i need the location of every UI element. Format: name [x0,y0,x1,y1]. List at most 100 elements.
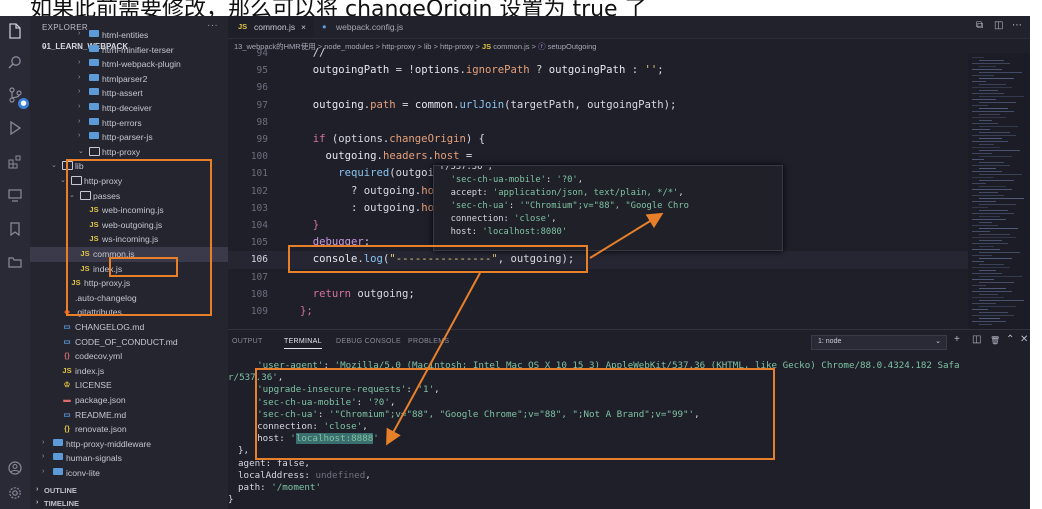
minimap-line [972,195,1004,196]
tab-close-icon[interactable]: × [301,22,306,32]
close-panel-icon[interactable]: ✕ [1020,334,1028,345]
tree-file[interactable]: JS index.js [30,364,228,379]
remote-explorer-icon[interactable] [6,186,24,204]
chevron-right-icon: › [78,44,81,52]
minimap-line [979,156,1012,157]
extensions-icon[interactable] [6,153,24,171]
minimap-line [979,258,1012,259]
minimap-line [979,228,1018,229]
chevron-right-icon: › [36,499,39,506]
tree-folder[interactable]: › http-proxy-middleware [30,437,228,452]
minimap-line [972,147,1000,148]
minimap-line [972,63,1010,64]
debug-output-popup: r/537.36', 'sec-ch-ua-mobile': '?0', acc… [433,165,783,251]
js-file-icon: JS [62,365,72,375]
tree-folder[interactable]: › http-deceiver [30,101,228,116]
minimap-line [972,57,984,58]
minimap-line [972,159,984,160]
minimap-line [979,300,1024,301]
split-editor-icon[interactable]: ◫ [994,20,1003,31]
terminal-select[interactable]: 1: node ⌄ [811,335,947,350]
minimap[interactable] [968,53,1030,329]
tree-folder[interactable]: › html-entities [30,28,228,43]
tree-file[interactable]: ▭ CHANGELOG.md [30,320,228,335]
compare-icon[interactable]: ⧉ [976,20,983,31]
minimap-line [979,240,1002,241]
line-number: 108 [250,288,268,300]
minimap-line [979,234,1010,235]
tab-output[interactable]: OUTPUT [232,338,263,345]
code-text: : outgoing.host; [300,201,453,214]
tree-folder[interactable]: › html-minifier-terser [30,43,228,58]
bookmark-icon[interactable] [6,220,24,238]
minimap-line [972,165,1010,166]
line-number: 100 [250,151,268,163]
tab-debug-console[interactable]: DEBUG CONSOLE [336,338,401,345]
chevron-right-icon: › [78,103,81,110]
timeline-section[interactable]: › TIMELINE [30,498,228,509]
tree-item-label: package.json [75,395,126,405]
folder-tab-icon[interactable] [6,253,24,271]
outline-section[interactable]: › OUTLINE [30,485,228,497]
minimap-line [972,189,1012,190]
minimap-line [979,246,994,247]
tab-common-js[interactable]: JS common.js × [228,16,314,38]
search-icon[interactable] [6,53,24,71]
minimap-line [972,123,998,124]
tab-problems[interactable]: PROBLEMS [408,338,449,345]
tab-webpack-config[interactable]: ● webpack.config.js [314,16,424,38]
tree-file[interactable]: ♔ LICENSE [30,378,228,393]
minimap-line [972,279,994,280]
minimap-line [972,273,1002,274]
line-number: 105 [250,237,268,249]
tree-item-label: renovate.json [75,424,127,435]
minimap-line [979,318,1000,319]
line-number: 103 [250,202,268,214]
split-terminal-icon[interactable]: ◫ [972,334,981,345]
settings-gear-icon[interactable] [6,484,24,502]
maximize-panel-icon[interactable]: ⌃ [1006,334,1014,345]
line-number: 107 [250,271,268,283]
tree-file[interactable]: ▭ README.md [30,408,228,423]
json-file-icon: ▬ [63,395,71,404]
source-control-badge: ● [18,98,29,109]
tree-folder[interactable]: ⌄ http-proxy [30,145,228,160]
terminal-line: path: '/moment' [238,482,321,493]
tree-item-label: htmlparser2 [102,73,148,84]
tab-label: common.js [254,22,296,32]
tree-file[interactable]: ▬ package.json [30,393,228,408]
md-file-icon: ▭ [63,336,71,346]
minimap-line [972,111,1014,112]
tree-file[interactable]: ▭ CODE_OF_CONDUCT.md [30,335,228,350]
line-number: 95 [256,65,268,77]
annotation-box-common-js [109,257,178,277]
tree-file[interactable]: {} renovate.json [30,422,228,437]
run-debug-icon[interactable] [6,119,24,137]
more-actions-icon[interactable]: ⋯ [1012,20,1022,31]
chevron-right-icon: › [42,438,45,446]
trash-icon[interactable]: 🗑 [990,336,1000,345]
tree-folder[interactable]: › http-parser-js [30,130,228,145]
tree-item-label: html-minifier-terser [102,44,174,55]
tree-file[interactable]: {} codecov.yml [30,349,228,364]
tree-folder[interactable]: › iconv-lite [30,466,228,481]
tab-terminal[interactable]: TERMINAL [284,338,322,349]
tree-folder[interactable]: › htmlparser2 [30,72,228,87]
tree-folder[interactable]: › http-errors [30,116,228,131]
chevron-right-icon: › [78,88,81,96]
minimap-line [979,108,1008,109]
md-file-icon: ▭ [63,322,71,331]
folder-icon [88,44,100,54]
new-terminal-icon[interactable]: + [954,334,960,345]
account-icon[interactable] [6,459,24,477]
tree-folder[interactable]: › http-assert [30,86,228,101]
terminal-select-value: 1: node [818,338,842,345]
tree-folder[interactable]: › html-webpack-plugin [30,57,228,72]
files-icon[interactable] [6,22,24,40]
tree-item-label: http-parser-js [102,132,153,143]
chevron-down-icon: ⌄ [78,147,84,155]
minimap-line [979,132,1010,133]
folder-icon [88,59,100,68]
tree-folder[interactable]: › human-signals [30,451,228,466]
minimap-line [979,162,1004,163]
